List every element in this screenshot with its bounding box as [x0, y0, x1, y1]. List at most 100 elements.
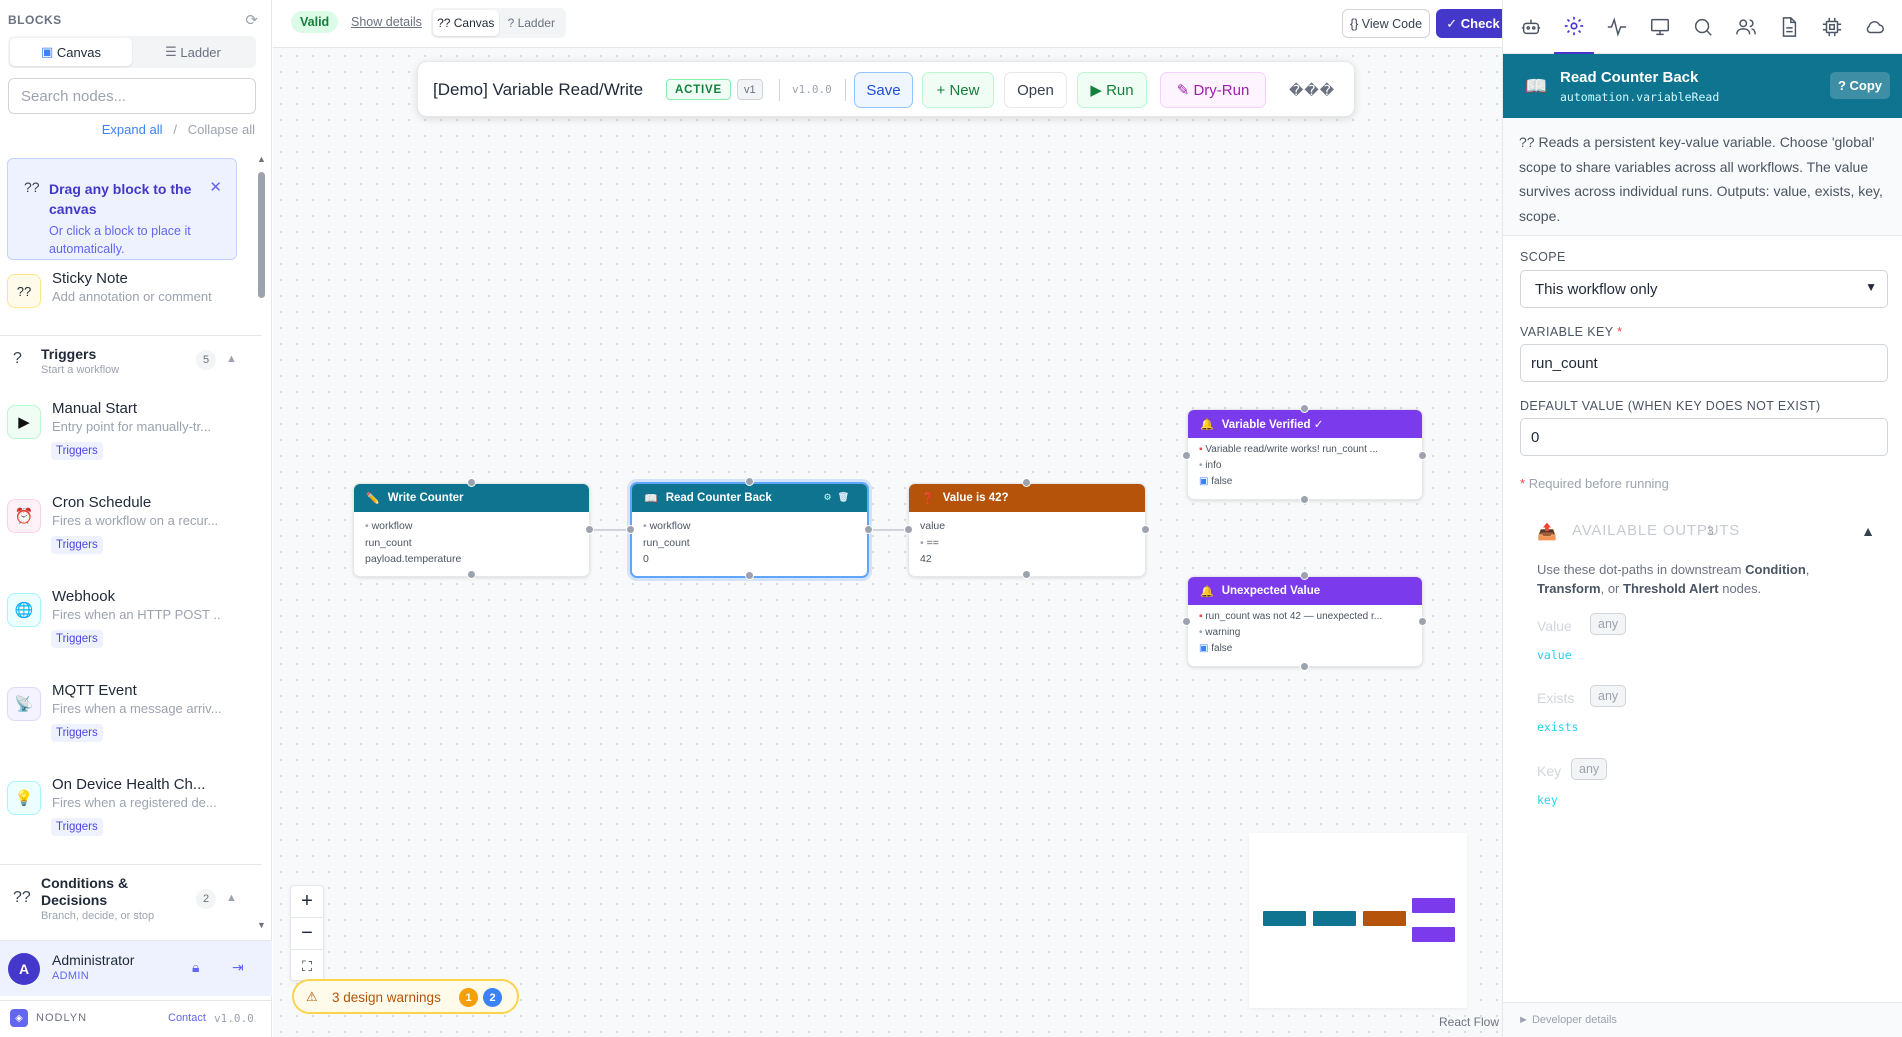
output-path[interactable]: key — [1537, 793, 1558, 807]
node-handle[interactable] — [745, 477, 754, 486]
block-tag: Triggers — [51, 818, 103, 836]
node-handle[interactable] — [1182, 617, 1191, 626]
node-write-counter[interactable]: ✏️ Write Counter • workflow run_count pay… — [353, 483, 590, 577]
overflow-menu[interactable]: ��� — [1289, 82, 1335, 99]
block-mqtt-event[interactable]: 📡 MQTT Event Fires when a message arriv.… — [0, 669, 262, 755]
chevron-up-icon[interactable]: ▲ — [226, 892, 237, 904]
refresh-icon[interactable]: ⟳ — [245, 11, 258, 29]
node-variable-verified[interactable]: 🔔 Variable Verified ✓ ▪ Variable read/wri… — [1187, 409, 1423, 500]
scroll-thumb[interactable] — [258, 172, 265, 298]
save-button[interactable]: Save — [854, 72, 913, 108]
node-unexpected-value[interactable]: 🔔 Unexpected Value ▪ run_count was not 42… — [1187, 576, 1423, 667]
tab-cloud[interactable] — [1855, 0, 1895, 54]
workflow-title[interactable]: [Demo] Variable Read/Write — [433, 80, 643, 100]
minimap[interactable] — [1249, 833, 1467, 1008]
node-handle[interactable] — [626, 525, 635, 534]
block-manual-start[interactable]: ▶ Manual Start Entry point for manually-… — [0, 387, 262, 473]
block-cron-schedule[interactable]: ⏰ Cron Schedule Fires a workflow on a re… — [0, 481, 262, 567]
node-handle[interactable] — [1022, 570, 1031, 579]
lock-icon[interactable]: 🔒︎ — [192, 959, 199, 976]
sidebar-scrollbar[interactable]: ▲ ▼ — [257, 150, 266, 940]
open-button[interactable]: Open — [1004, 72, 1067, 108]
node-handle[interactable] — [1182, 451, 1191, 460]
node-handle[interactable] — [1022, 478, 1031, 487]
tab-docs[interactable] — [1769, 0, 1809, 54]
design-warnings-pill[interactable]: ⚠ 3 design warnings 1 2 — [292, 979, 519, 1014]
scroll-up-icon[interactable]: ▲ — [257, 154, 266, 164]
zoom-in-button[interactable]: + — [291, 886, 323, 918]
node-line-text: workflow — [371, 520, 413, 532]
node-handle[interactable] — [1300, 495, 1309, 504]
tab-search[interactable] — [1683, 0, 1723, 54]
node-handle[interactable] — [467, 478, 476, 487]
fit-view-button[interactable]: ⛶ — [291, 950, 323, 982]
mode-ladder-button[interactable]: ? Ladder — [499, 10, 565, 36]
node-actions[interactable]: ⚙🗑 — [824, 492, 856, 503]
avatar[interactable]: A — [8, 953, 40, 985]
node-value-is-42[interactable]: ❓ Value is 42? value • == 42 — [908, 483, 1146, 577]
divider — [779, 79, 780, 101]
mode-canvas-button[interactable]: ?? Canvas — [433, 10, 499, 36]
node-line: 42 — [920, 553, 932, 565]
contact-link[interactable]: Contact — [168, 1012, 206, 1024]
tab-ai[interactable] — [1511, 0, 1551, 54]
output-path[interactable]: exists — [1537, 720, 1579, 734]
variable-key-input[interactable] — [1520, 344, 1888, 382]
tab-chip[interactable] — [1812, 0, 1852, 54]
node-handle[interactable] — [1300, 404, 1309, 413]
view-canvas-button[interactable]: ▣ Canvas — [10, 38, 132, 66]
block-webhook[interactable]: 🌐 Webhook Fires when an HTTP POST ... Tr… — [0, 575, 262, 661]
block-name: Manual Start — [52, 400, 138, 417]
block-device-health[interactable]: 💡 On Device Health Ch... Fires when a re… — [0, 763, 262, 849]
view-ladder-button[interactable]: ☰ Ladder — [132, 38, 254, 66]
chevron-up-icon[interactable]: ▲ — [226, 353, 237, 365]
category-triggers[interactable]: ? Triggers Start a workflow 5 ▲ — [0, 335, 262, 385]
category-conditions[interactable]: ?? Conditions & Decisions Branch, decide… — [0, 864, 262, 934]
node-handle[interactable] — [1418, 451, 1427, 460]
node-handle[interactable] — [1141, 525, 1150, 534]
check-button[interactable]: ✓ Check — [1436, 9, 1510, 38]
zoom-out-button[interactable]: − — [291, 918, 323, 950]
book-icon: 📖 — [1525, 76, 1548, 96]
tab-activity[interactable] — [1597, 0, 1637, 54]
output-path[interactable]: value — [1537, 648, 1572, 662]
node-read-counter-back[interactable]: 📖 Read Counter Back ⚙🗑 • workflow run_coun… — [630, 482, 869, 578]
search-input[interactable] — [8, 78, 256, 114]
node-handle[interactable] — [1300, 662, 1309, 671]
expand-all-link[interactable]: Expand all — [102, 122, 163, 137]
edge-write-read[interactable] — [590, 529, 630, 531]
edge-read-cond[interactable] — [868, 529, 908, 531]
scroll-down-icon[interactable]: ▼ — [257, 920, 266, 930]
view-code-button[interactable]: {} View Code — [1342, 9, 1430, 38]
app-root: BLOCKS ⟳ ▣ Canvas ☰ Ladder Expand all / … — [0, 0, 1902, 1037]
close-icon[interactable]: ✕ — [209, 178, 222, 196]
block-sticky-note[interactable]: ?? Sticky Note Add annotation or comment — [0, 270, 262, 330]
copy-button[interactable]: ? Copy — [1829, 72, 1890, 99]
tab-monitor[interactable] — [1640, 0, 1680, 54]
node-handle[interactable] — [745, 571, 754, 580]
default-value-input[interactable] — [1520, 418, 1888, 456]
block-name: On Device Health Ch... — [52, 776, 206, 793]
run-button[interactable]: ▶ Run — [1077, 72, 1147, 108]
node-handle[interactable] — [467, 570, 476, 579]
output-type-badge: any — [1590, 685, 1627, 707]
node-handle[interactable] — [1300, 571, 1309, 580]
tab-settings[interactable] — [1554, 0, 1594, 54]
developer-details[interactable]: ► Developer details — [1503, 1002, 1902, 1037]
node-handle[interactable] — [1418, 617, 1427, 626]
chevron-up-icon[interactable]: ▲ — [1861, 523, 1875, 539]
node-handle[interactable] — [904, 525, 913, 534]
logout-icon[interactable]: ⇥ — [232, 959, 244, 976]
node-handle[interactable] — [585, 525, 594, 534]
new-button[interactable]: + New — [922, 72, 994, 108]
show-details-link[interactable]: Show details — [351, 15, 422, 29]
react-flow-attribution[interactable]: React Flow — [1439, 1015, 1499, 1029]
tab-users[interactable] — [1726, 0, 1766, 54]
block-name: Webhook — [52, 588, 116, 605]
collapse-all-link[interactable]: Collapse all — [188, 122, 255, 137]
dry-run-button[interactable]: ✎ Dry-Run — [1160, 72, 1266, 108]
outputs-title[interactable]: AVAILABLE OUTPUTS — [1572, 522, 1740, 539]
book-icon: 📖 — [644, 492, 658, 505]
node-handle[interactable] — [864, 525, 873, 534]
scope-select[interactable]: This workflow only ▼ — [1520, 270, 1888, 308]
